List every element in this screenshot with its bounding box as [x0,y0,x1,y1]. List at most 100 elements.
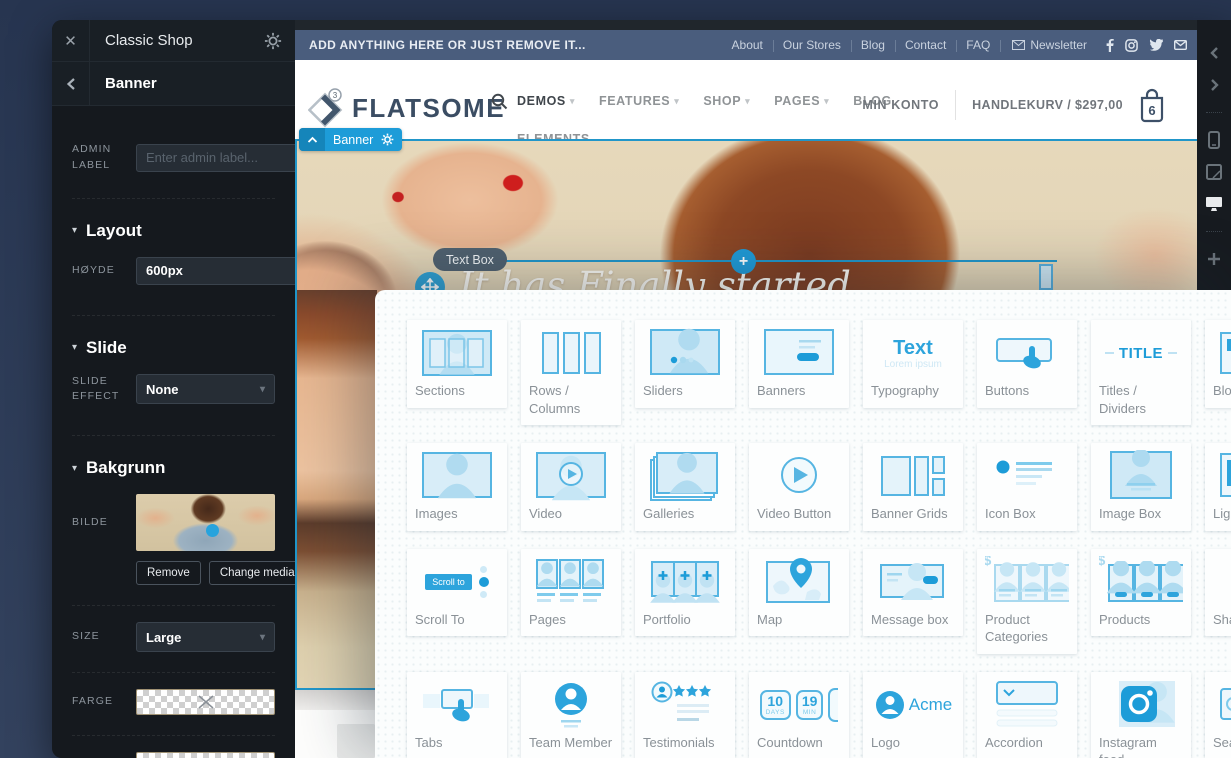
instagram-icon[interactable] [1125,39,1138,52]
section-slide[interactable]: ▾ Slide [72,338,275,358]
sliders-icon [643,327,727,379]
section-background[interactable]: ▾ Bakgrunn [72,458,275,478]
element-card-countdown[interactable]: 10DAYS19MINCountdown [749,672,849,758]
facebook-icon[interactable] [1105,39,1114,52]
topbar-link[interactable]: Blog [851,38,895,52]
element-card-rows-columns[interactable]: Rows / Columns [521,320,621,425]
divider [72,435,275,436]
email-icon[interactable] [1174,40,1187,50]
chevron-right-icon[interactable] [1197,72,1231,98]
image-buttons: Remove Change media [136,561,275,585]
element-card-images[interactable]: Images [407,443,507,531]
gear-icon[interactable] [264,32,295,50]
cart-bag-icon[interactable]: 6 [1135,86,1169,124]
element-card-sections[interactable]: Sections [407,320,507,408]
element-card-banners[interactable]: Banners [749,320,849,408]
nav-item-demos[interactable]: DEMOS▾ [517,94,575,108]
account-link[interactable]: MIN KONTO [862,98,939,112]
slide-effect-label: SLIDE EFFECT [72,374,136,406]
element-card-portfolio[interactable]: Portfolio [635,549,735,637]
element-card-team-member[interactable]: Team Member [521,672,621,758]
element-card-tabs[interactable]: Tabs [407,672,507,758]
element-card-accordion[interactable]: Accordion [977,672,1077,758]
element-card-testimonials[interactable]: Testimonials [635,672,735,758]
banner-element-chip[interactable]: Banner [299,128,402,151]
element-card-instagram-feed[interactable]: Instagram feed [1091,672,1191,758]
tablet-icon[interactable] [1197,159,1231,185]
divider [72,605,275,606]
remove-button[interactable]: Remove [136,561,201,585]
element-card-label: Icon Box [985,505,1069,523]
element-card-icon-box[interactable]: Icon Box [977,443,1077,531]
element-card-scroll-to[interactable]: Scroll toScroll To [407,549,507,637]
nav-item-features[interactable]: FEATURES▾ [599,94,679,108]
nav-menu-row1: DEMOS▾FEATURES▾SHOP▾PAGES▾BLOG [517,94,892,108]
element-card-products[interactable]: $Products [1091,549,1191,637]
element-card-banner-grids[interactable]: Banner Grids [863,443,963,531]
nav-item-pages[interactable]: PAGES▾ [774,94,829,108]
twitter-icon[interactable] [1149,39,1163,51]
video-icon [529,450,613,502]
gear-icon[interactable] [381,133,402,146]
element-card-video[interactable]: Video [521,443,621,531]
page-title: Classic Shop [90,32,264,49]
icon-box-icon [985,450,1069,502]
overlay-swatch[interactable] [136,752,275,758]
element-card-titles-dividers[interactable]: TITLETitles / Dividers [1091,320,1191,425]
background-image-thumb[interactable] [136,494,275,551]
element-card-galleries[interactable]: Galleries [635,443,735,531]
brand-logo[interactable]: 3 FLATSOME [308,88,505,128]
add-element-button[interactable]: + [731,249,756,274]
focal-point-dot[interactable] [206,524,219,537]
chevron-down-icon: ▾ [745,96,750,107]
element-grid-row: Sections Rows / Columns SlidersBannersText… [407,320,1231,425]
topbar-link[interactable]: About [722,38,773,52]
blocks-icon [1213,327,1231,379]
lightbox-icon [1213,450,1231,502]
element-card-typography[interactable]: TextLorem ipsumTypography [863,320,963,408]
desktop-icon[interactable] [1197,191,1231,217]
search-icon[interactable] [491,93,508,115]
element-card-label: Typography [871,382,955,400]
nav-item-shop[interactable]: SHOP▾ [703,94,750,108]
scroll-to-icon: Scroll to [415,556,499,608]
topbar-link[interactable]: Contact [895,38,956,52]
size-select[interactable]: Large ▾ [136,622,275,652]
element-card-message-box[interactable]: Message box [863,549,963,637]
section-layout[interactable]: ▾ Layout [72,221,275,241]
element-card-blocks[interactable]: Blocks [1205,320,1231,408]
element-card-sliders[interactable]: Sliders [635,320,735,408]
element-card-share-icons[interactable]: Share icons [1205,549,1231,637]
element-card-video-button[interactable]: Video Button [749,443,849,531]
element-grid-row: Scroll toScroll ToPagesPortfolioMapMessa… [407,549,1231,654]
topbar-link[interactable]: Our Stores [773,38,851,52]
close-icon[interactable]: ✕ [52,20,90,61]
back-icon[interactable] [52,62,90,105]
divider [1206,231,1222,232]
phone-icon[interactable] [1197,127,1231,153]
resize-handle[interactable] [1039,264,1053,290]
element-card-label: Video [529,505,613,523]
element-card-map[interactable]: Map [749,549,849,637]
height-input[interactable] [136,257,295,285]
element-card-search[interactable]: Search [1205,672,1231,758]
chevron-left-icon[interactable] [1197,40,1231,66]
element-card-product-categories[interactable]: $Product Categories [977,549,1077,654]
collapse-icon[interactable] [299,128,325,151]
element-card-image-box[interactable]: Image Box [1091,443,1191,531]
color-swatch[interactable] [136,689,275,715]
newsletter-link[interactable]: Newsletter [1000,38,1097,52]
element-card-label: Rows / Columns [529,382,613,417]
slide-effect-select[interactable]: None ▾ [136,374,275,404]
element-grid-row: Images Video GalleriesVideo ButtonBanner G… [407,443,1231,531]
element-card-buttons[interactable]: Buttons [977,320,1077,408]
divider [955,90,956,120]
element-card-pages[interactable]: Pages [521,549,621,637]
topbar-link[interactable]: FAQ [956,38,1000,52]
cart-link[interactable]: HANDLEKURV / $297,00 [972,98,1123,112]
element-card-logo[interactable]: AcmeLogo [863,672,963,758]
admin-label-input[interactable] [136,144,295,172]
change-media-button[interactable]: Change media [209,561,295,585]
element-card-lightbox[interactable]: Lightbox [1205,443,1231,531]
plus-icon[interactable] [1197,246,1231,272]
